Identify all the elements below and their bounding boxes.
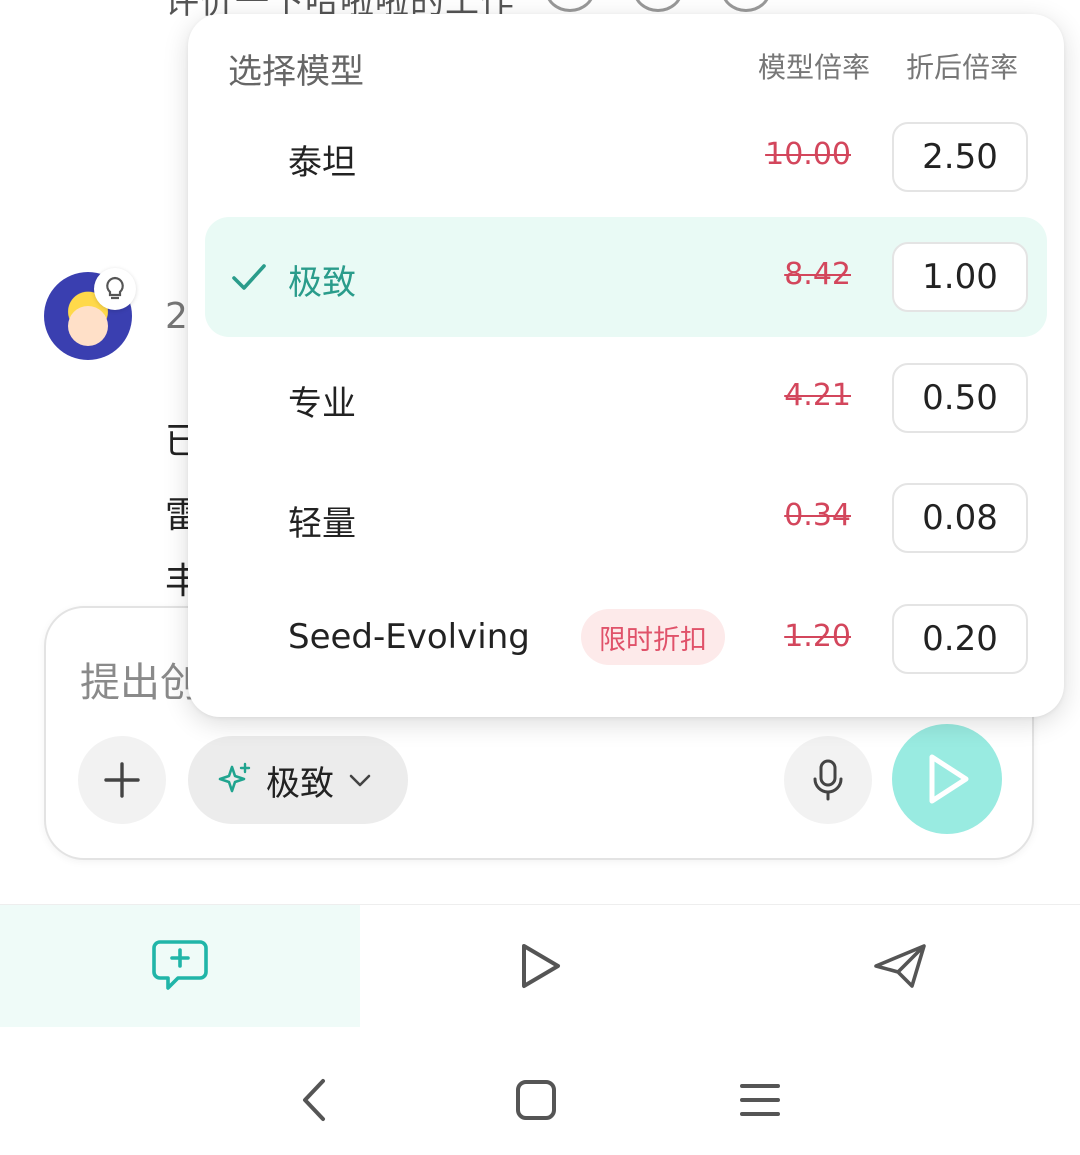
checkmark-icon xyxy=(232,264,266,290)
discounted-rate: 1.00 xyxy=(892,242,1028,312)
back-button[interactable] xyxy=(284,1070,344,1130)
column-header-model-rate: 模型倍率 xyxy=(758,51,871,84)
bottom-tab-bar xyxy=(0,904,1080,1027)
voice-input-button[interactable] xyxy=(784,736,872,824)
send-button[interactable] xyxy=(892,724,1002,834)
message-input[interactable]: 提出创 xyxy=(80,650,200,708)
home-square-icon xyxy=(516,1080,556,1120)
model-name: 专业 xyxy=(288,384,356,424)
sparkle-icon xyxy=(218,762,251,793)
system-navigation-bar xyxy=(0,1040,1080,1155)
discounted-rate: 0.20 xyxy=(892,604,1028,674)
copy-icon[interactable] xyxy=(545,0,595,12)
message-fragment: 2 xyxy=(165,296,188,337)
original-rate: 4.21 xyxy=(784,378,851,413)
tab-send[interactable] xyxy=(720,905,1080,1027)
menu-lines-icon xyxy=(740,1084,780,1116)
add-attachment-button[interactable] xyxy=(78,736,166,824)
discounted-rate: 0.50 xyxy=(892,363,1028,433)
chevron-down-icon xyxy=(349,774,371,787)
original-rate: 10.00 xyxy=(765,137,851,172)
model-name: 泰坦 xyxy=(288,143,356,183)
tab-play[interactable] xyxy=(360,905,720,1027)
model-option-seed-evolving[interactable]: Seed-Evolving 限时折扣 1.20 0.20 xyxy=(205,579,1047,699)
recent-apps-button[interactable] xyxy=(730,1070,790,1130)
model-option-ultimate[interactable]: 极致 8.42 1.00 xyxy=(205,217,1047,337)
original-rate: 0.34 xyxy=(784,498,851,533)
model-picker-title: 选择模型 xyxy=(228,52,364,92)
original-rate: 1.20 xyxy=(784,619,851,654)
home-button[interactable] xyxy=(506,1070,566,1130)
paper-plane-icon xyxy=(874,944,926,988)
dislike-icon[interactable] xyxy=(721,0,771,12)
microphone-icon xyxy=(813,759,843,801)
back-arrow-icon xyxy=(303,1079,325,1121)
tab-new-chat[interactable] xyxy=(0,905,360,1027)
message-action-icons xyxy=(545,0,771,12)
new-chat-icon xyxy=(152,940,208,990)
lightbulb-icon xyxy=(94,268,136,310)
play-send-icon xyxy=(929,754,969,804)
model-selector-label: 极致 xyxy=(266,763,334,804)
play-icon xyxy=(522,944,560,988)
chat-screen: 评价一下哈啦啦的工作 2 已 雷 丰 提出创 极致 选择模型 模型倍率 折后倍率… xyxy=(0,0,1080,1155)
model-option-lite[interactable]: 轻量 0.34 0.08 xyxy=(205,458,1047,578)
model-name: 轻量 xyxy=(288,504,356,544)
model-name: Seed-Evolving xyxy=(288,617,530,657)
plus-icon xyxy=(104,762,140,798)
model-picker-dropdown: 选择模型 模型倍率 折后倍率 泰坦 10.00 2.50 极致 8.42 1.0… xyxy=(188,14,1064,717)
model-option-pro[interactable]: 专业 4.21 0.50 xyxy=(205,338,1047,458)
regenerate-icon[interactable] xyxy=(633,0,683,12)
model-selector-button[interactable]: 极致 xyxy=(188,736,408,824)
limited-discount-badge: 限时折扣 xyxy=(581,609,725,665)
original-rate: 8.42 xyxy=(784,257,851,292)
discounted-rate: 0.08 xyxy=(892,483,1028,553)
discounted-rate: 2.50 xyxy=(892,122,1028,192)
column-header-discount-rate: 折后倍率 xyxy=(906,51,1019,84)
model-name: 极致 xyxy=(288,263,356,303)
model-option-titan[interactable]: 泰坦 10.00 2.50 xyxy=(205,97,1047,217)
